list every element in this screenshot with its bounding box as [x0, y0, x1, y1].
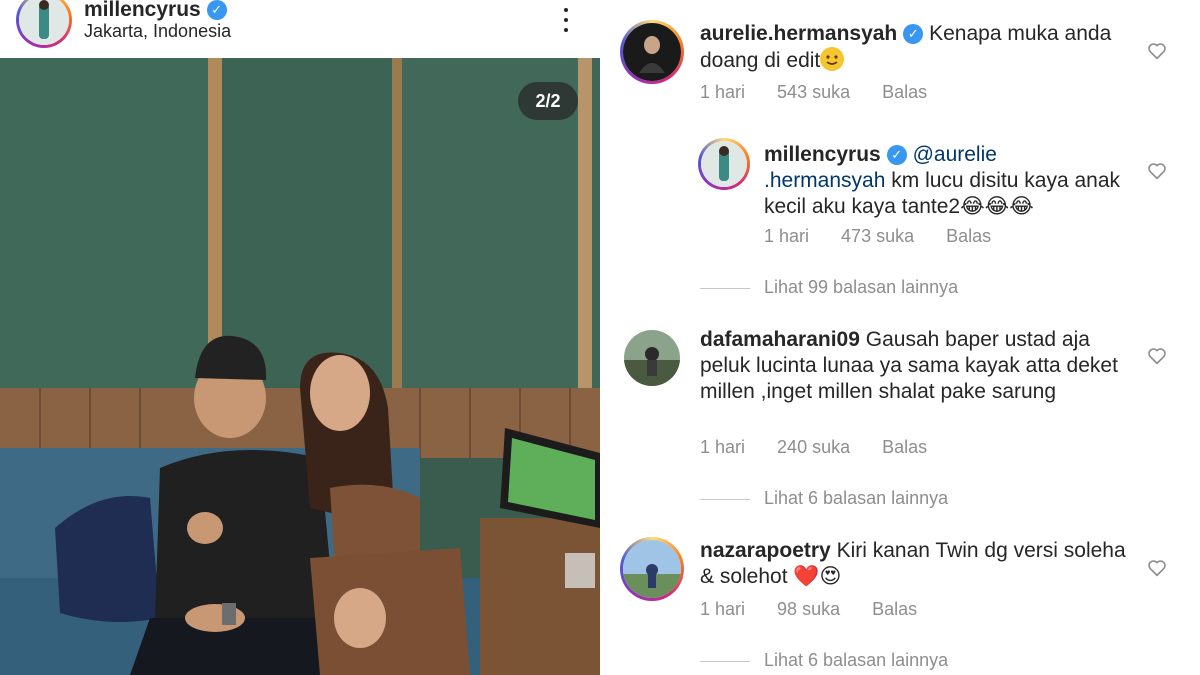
- commenter-avatar[interactable]: [620, 20, 684, 84]
- view-more-replies-label: Lihat 6 balasan lainnya: [764, 488, 949, 508]
- reply-text: millencyrus ✓ @aurelie .hermansyah km luc…: [764, 142, 1124, 220]
- commenter-avatar[interactable]: [698, 138, 750, 190]
- reply-button[interactable]: Balas: [872, 599, 917, 619]
- heart-outline-icon[interactable]: [1147, 42, 1167, 60]
- tears-of-joy-emoji-icon: 😂😂😂: [960, 195, 1034, 218]
- comments-panel: aurelie.hermansyah ✓ Kenapa muka anda doa…: [600, 0, 1200, 675]
- comment-meta: 1 hari 473 suka Balas: [764, 226, 1018, 247]
- post-author-name[interactable]: millencyrus: [84, 0, 201, 21]
- comment-time: 1 hari: [700, 82, 746, 102]
- post-photo[interactable]: [0, 58, 600, 675]
- comment-likes[interactable]: 240 suka: [777, 437, 850, 457]
- heart-outline-icon[interactable]: [1147, 162, 1167, 180]
- comment-meta: 1 hari 98 suka Balas: [700, 599, 944, 620]
- view-more-replies-label: Lihat 99 balasan lainnya: [764, 277, 959, 297]
- post-author-avatar[interactable]: [16, 0, 72, 48]
- reply-button[interactable]: Balas: [946, 226, 991, 246]
- verified-badge-icon: ✓: [206, 0, 227, 20]
- heart-eyes-emoji-icon: ❤️😍: [793, 565, 842, 588]
- comment-likes[interactable]: 98 suka: [777, 599, 840, 619]
- verified-badge-icon: ✓: [903, 24, 924, 44]
- view-more-replies-button[interactable]: Lihat 99 balasan lainnya: [700, 277, 958, 298]
- heart-outline-icon[interactable]: [1147, 559, 1167, 577]
- more-options-icon[interactable]: [556, 6, 576, 34]
- comment-text: aurelie.hermansyah ✓ Kenapa muka anda doa…: [700, 21, 1120, 74]
- comment-time: 1 hari: [700, 437, 746, 457]
- comment-username[interactable]: nazarapoetry: [700, 539, 831, 562]
- view-more-replies-label: Lihat 6 balasan lainnya: [764, 650, 949, 670]
- post-location[interactable]: Jakarta, Indonesia: [84, 21, 231, 42]
- comment-username[interactable]: millencyrus: [764, 143, 881, 166]
- comment-time: 1 hari: [764, 226, 810, 246]
- commenter-avatar[interactable]: [624, 330, 680, 386]
- reply-button[interactable]: Balas: [882, 437, 927, 457]
- comment-meta: 1 hari 240 suka Balas: [700, 437, 954, 458]
- verified-badge-icon: ✓: [886, 145, 907, 165]
- comment-username[interactable]: aurelie.hermansyah: [700, 22, 897, 45]
- post-panel: 2/2 millencyrus ✓ Jakarta, Indonesia: [0, 0, 600, 675]
- comment-time: 1 hari: [700, 599, 746, 619]
- comment-username[interactable]: dafamaharani09: [700, 328, 860, 351]
- view-more-replies-button[interactable]: Lihat 6 balasan lainnya: [700, 488, 948, 509]
- comment-likes[interactable]: 543 suka: [777, 82, 850, 102]
- comment-likes[interactable]: 473 suka: [841, 226, 914, 246]
- comment-meta: 1 hari 543 suka Balas: [700, 82, 954, 103]
- reply-button[interactable]: Balas: [882, 82, 927, 102]
- comment-text: nazarapoetry Kiri kanan Twin dg versi so…: [700, 538, 1130, 590]
- view-more-replies-button[interactable]: Lihat 6 balasan lainnya: [700, 650, 948, 671]
- post-author-username[interactable]: millencyrus ✓: [84, 0, 227, 22]
- heart-outline-icon[interactable]: [1147, 347, 1167, 365]
- slightly-smiling-emoji-icon: [820, 47, 845, 71]
- image-counter-badge: 2/2: [518, 82, 578, 120]
- commenter-avatar[interactable]: [620, 537, 684, 601]
- post-header: millencyrus ✓ Jakarta, Indonesia: [0, 0, 600, 58]
- comment-text: dafamaharani09 Gausah baper ustad aja pe…: [700, 327, 1130, 405]
